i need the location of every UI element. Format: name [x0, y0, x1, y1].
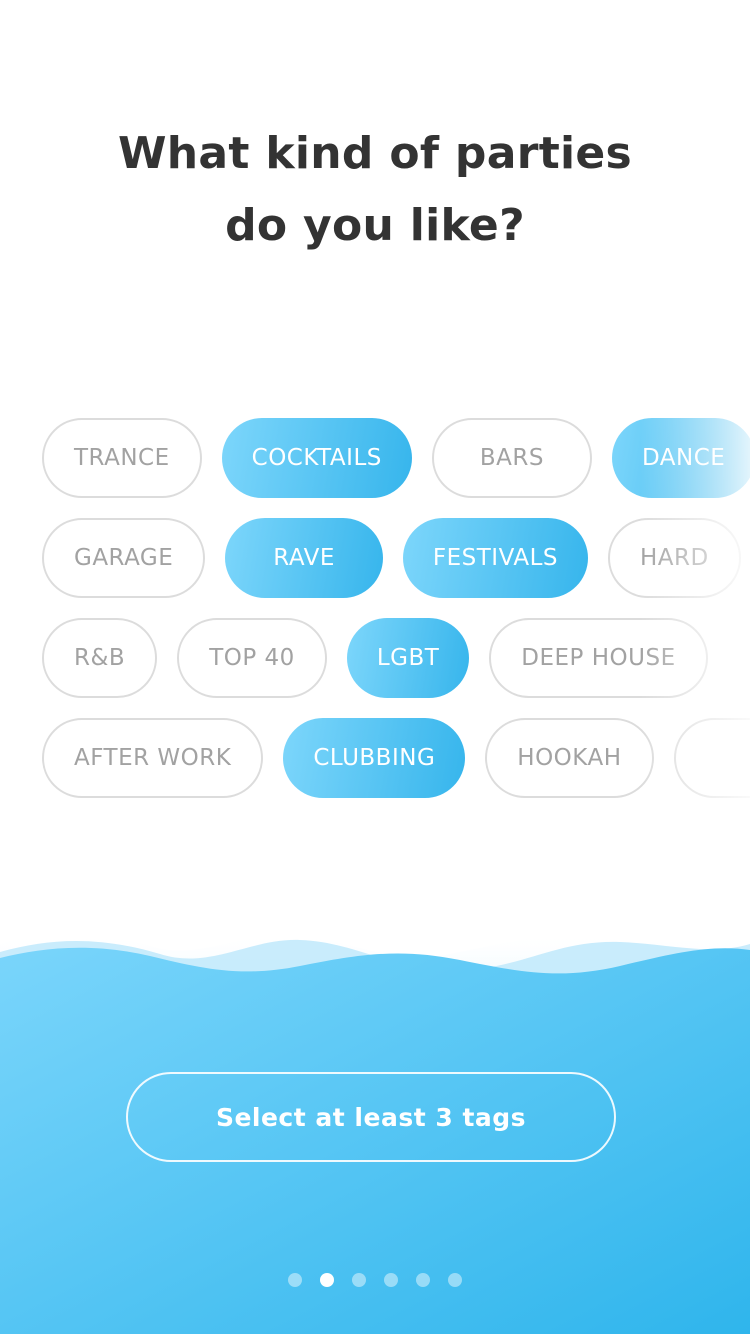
tag-more[interactable] [673, 718, 750, 798]
page-title-line-1: What kind of parties [117, 128, 633, 179]
page-title: What kind of parties do you like? [0, 118, 750, 262]
tag-cocktails[interactable]: COCKTAILS [221, 418, 412, 498]
tag-hard[interactable]: HARD [607, 518, 741, 598]
page-dot-6[interactable] [448, 1273, 462, 1287]
tag-row-1: TRANCE COCKTAILS BARS DANCE [42, 418, 750, 498]
page-dot-3[interactable] [352, 1273, 366, 1287]
tag-cloud: TRANCE COCKTAILS BARS DANCE GARAGE RAVE … [0, 418, 750, 798]
tag-row-3: R&B TOP 40 LGBT DEEP HOUSE [42, 618, 708, 698]
select-tags-button[interactable]: Select at least 3 tags [126, 1072, 616, 1162]
page-dot-4[interactable] [384, 1273, 398, 1287]
tag-rnb[interactable]: R&B [42, 618, 158, 698]
tag-festivals[interactable]: FESTIVALS [402, 518, 588, 598]
page-dot-2[interactable] [320, 1273, 334, 1287]
tag-row-2: GARAGE RAVE FESTIVALS HARD [42, 518, 741, 598]
tag-row-4: AFTER WORK CLUBBING HOOKAH [42, 718, 750, 798]
tag-top-40[interactable]: TOP 40 [177, 618, 327, 698]
page-dot-1[interactable] [288, 1273, 302, 1287]
tag-rave[interactable]: RAVE [225, 518, 383, 598]
tag-bars[interactable]: BARS [431, 418, 592, 498]
tag-clubbing[interactable]: CLUBBING [283, 718, 466, 798]
tag-lgbt[interactable]: LGBT [346, 618, 470, 698]
page-title-line-2: do you like? [225, 200, 525, 251]
pagination-dots [0, 1273, 750, 1287]
tag-hookah[interactable]: HOOKAH [485, 718, 654, 798]
tag-deep-house[interactable]: DEEP HOUSE [489, 618, 708, 698]
tag-trance[interactable]: TRANCE [42, 418, 202, 498]
tag-after-work[interactable]: AFTER WORK [42, 718, 264, 798]
page-dot-5[interactable] [416, 1273, 430, 1287]
tag-garage[interactable]: GARAGE [42, 518, 206, 598]
tag-dance[interactable]: DANCE [611, 418, 750, 498]
